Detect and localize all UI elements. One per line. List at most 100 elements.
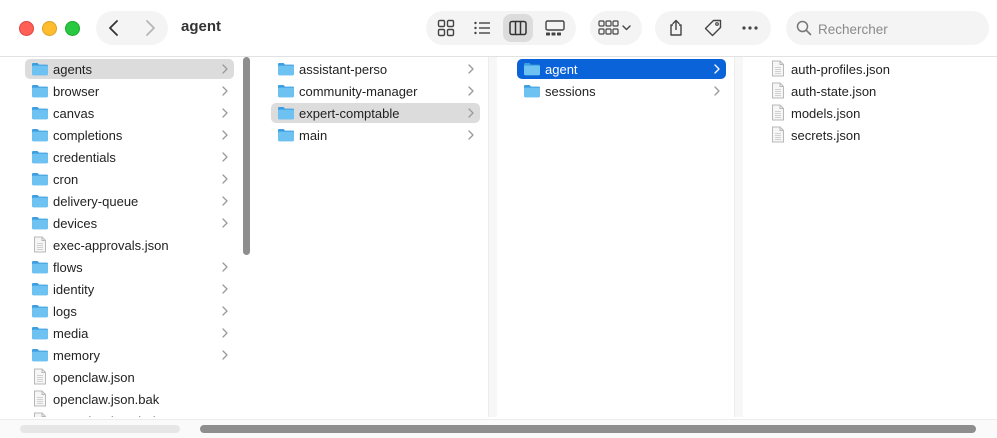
chevron-right-icon (222, 262, 228, 272)
item-label: memory (53, 348, 100, 363)
folder-row[interactable]: browser (25, 81, 234, 101)
file-row[interactable]: models.json (763, 103, 989, 123)
item-label: openclaw.json.bak (53, 392, 160, 407)
file-row[interactable]: exec-approvals.json (25, 235, 234, 255)
file-row[interactable]: openclaw.json.bak.1 (25, 411, 234, 417)
folder-row[interactable]: cron (25, 169, 234, 189)
column-view-button[interactable] (503, 14, 533, 42)
ellipsis-icon (742, 26, 758, 30)
list-view-button[interactable] (467, 14, 497, 42)
item-label: secrets.json (791, 128, 861, 143)
folder-row[interactable]: main (271, 125, 480, 145)
zoom-window-button[interactable] (65, 21, 80, 36)
folder-icon (32, 173, 48, 186)
chevron-right-icon (714, 86, 720, 96)
item-label: delivery-queue (53, 194, 139, 209)
folder-icon (32, 349, 48, 362)
group-grid-icon (598, 20, 631, 35)
file-row[interactable]: secrets.json (763, 125, 989, 145)
more-actions-button[interactable] (732, 11, 768, 45)
horizontal-scrollbar[interactable] (0, 419, 997, 438)
chevron-right-icon (222, 130, 228, 140)
file-icon (772, 126, 784, 143)
horizontal-scroll-thumb[interactable] (200, 425, 976, 433)
chevron-right-icon (222, 108, 228, 118)
gallery-icon (545, 20, 565, 36)
item-label: exec-approvals.json (53, 238, 169, 253)
navigation-group (96, 11, 168, 45)
folder-row[interactable]: completions (25, 125, 234, 145)
folder-row[interactable]: canvas (25, 103, 234, 123)
item-label: credentials (53, 150, 116, 165)
folder-icon (32, 305, 48, 318)
folder-row[interactable]: sessions (517, 81, 726, 101)
chevron-right-icon (468, 86, 474, 96)
column-2: assistant-perso community-manager expert-c… (246, 57, 488, 417)
folder-row[interactable]: credentials (25, 147, 234, 167)
folder-row[interactable]: agents (25, 59, 234, 79)
file-icon (34, 412, 46, 417)
forward-button[interactable] (132, 11, 168, 45)
item-label: media (53, 326, 89, 341)
folder-row[interactable]: assistant-perso (271, 59, 480, 79)
item-label: models.json (791, 106, 861, 121)
folder-row[interactable]: identity (25, 279, 234, 299)
file-row[interactable]: auth-profiles.json (763, 59, 989, 79)
folder-row[interactable]: community-manager (271, 81, 480, 101)
chevron-right-icon (222, 152, 228, 162)
item-label: agents (53, 62, 93, 77)
folder-icon (278, 107, 294, 120)
folder-icon (32, 129, 48, 142)
tag-button[interactable] (695, 11, 731, 45)
search-input[interactable] (816, 18, 980, 40)
folder-icon (32, 85, 48, 98)
minimize-window-button[interactable] (42, 21, 57, 36)
icon-view-button[interactable] (431, 14, 461, 42)
chevron-right-icon (222, 174, 228, 184)
chevron-right-icon (222, 196, 228, 206)
folder-row[interactable]: flows (25, 257, 234, 277)
folder-row[interactable]: expert-comptable (271, 103, 480, 123)
item-label: community-manager (299, 84, 418, 99)
folder-row[interactable]: delivery-queue (25, 191, 234, 211)
file-row[interactable]: auth-state.json (763, 81, 989, 101)
chevron-right-icon (468, 108, 474, 118)
item-label: identity (53, 282, 95, 297)
item-label: flows (53, 260, 83, 275)
chevron-right-icon (714, 64, 720, 74)
folder-icon (524, 85, 540, 98)
item-label: openclaw.json (53, 370, 135, 385)
item-label: logs (53, 304, 77, 319)
file-icon (772, 104, 784, 121)
file-icon (34, 390, 46, 407)
folder-row[interactable]: memory (25, 345, 234, 365)
chevron-right-icon (222, 306, 228, 316)
share-button[interactable] (658, 11, 694, 45)
item-label: assistant-perso (299, 62, 388, 77)
folder-row[interactable]: devices (25, 213, 234, 233)
file-icon (34, 368, 46, 385)
search-field[interactable] (786, 11, 989, 45)
file-row[interactable]: openclaw.json (25, 367, 234, 387)
view-mode-group (426, 11, 576, 45)
folder-row[interactable]: media (25, 323, 234, 343)
item-label: browser (53, 84, 100, 99)
file-row[interactable]: openclaw.json.bak (25, 389, 234, 409)
grid-icon (437, 19, 455, 37)
item-label: canvas (53, 106, 95, 121)
folder-row[interactable]: logs (25, 301, 234, 321)
tag-icon (704, 19, 722, 37)
close-window-button[interactable] (19, 21, 34, 36)
item-label: auth-profiles.json (791, 62, 890, 77)
folder-icon (278, 85, 294, 98)
column-3: agent sessions (492, 57, 734, 417)
gallery-view-button[interactable] (539, 14, 569, 42)
folder-row[interactable]: agent (517, 59, 726, 79)
back-button[interactable] (96, 11, 132, 45)
item-label: auth-state.json (791, 84, 877, 99)
file-icon (772, 60, 784, 77)
column-1: agents browser canvas completions credential… (0, 57, 242, 417)
item-label: cron (53, 172, 79, 187)
folder-icon (278, 129, 294, 142)
group-by-button[interactable] (590, 11, 642, 45)
